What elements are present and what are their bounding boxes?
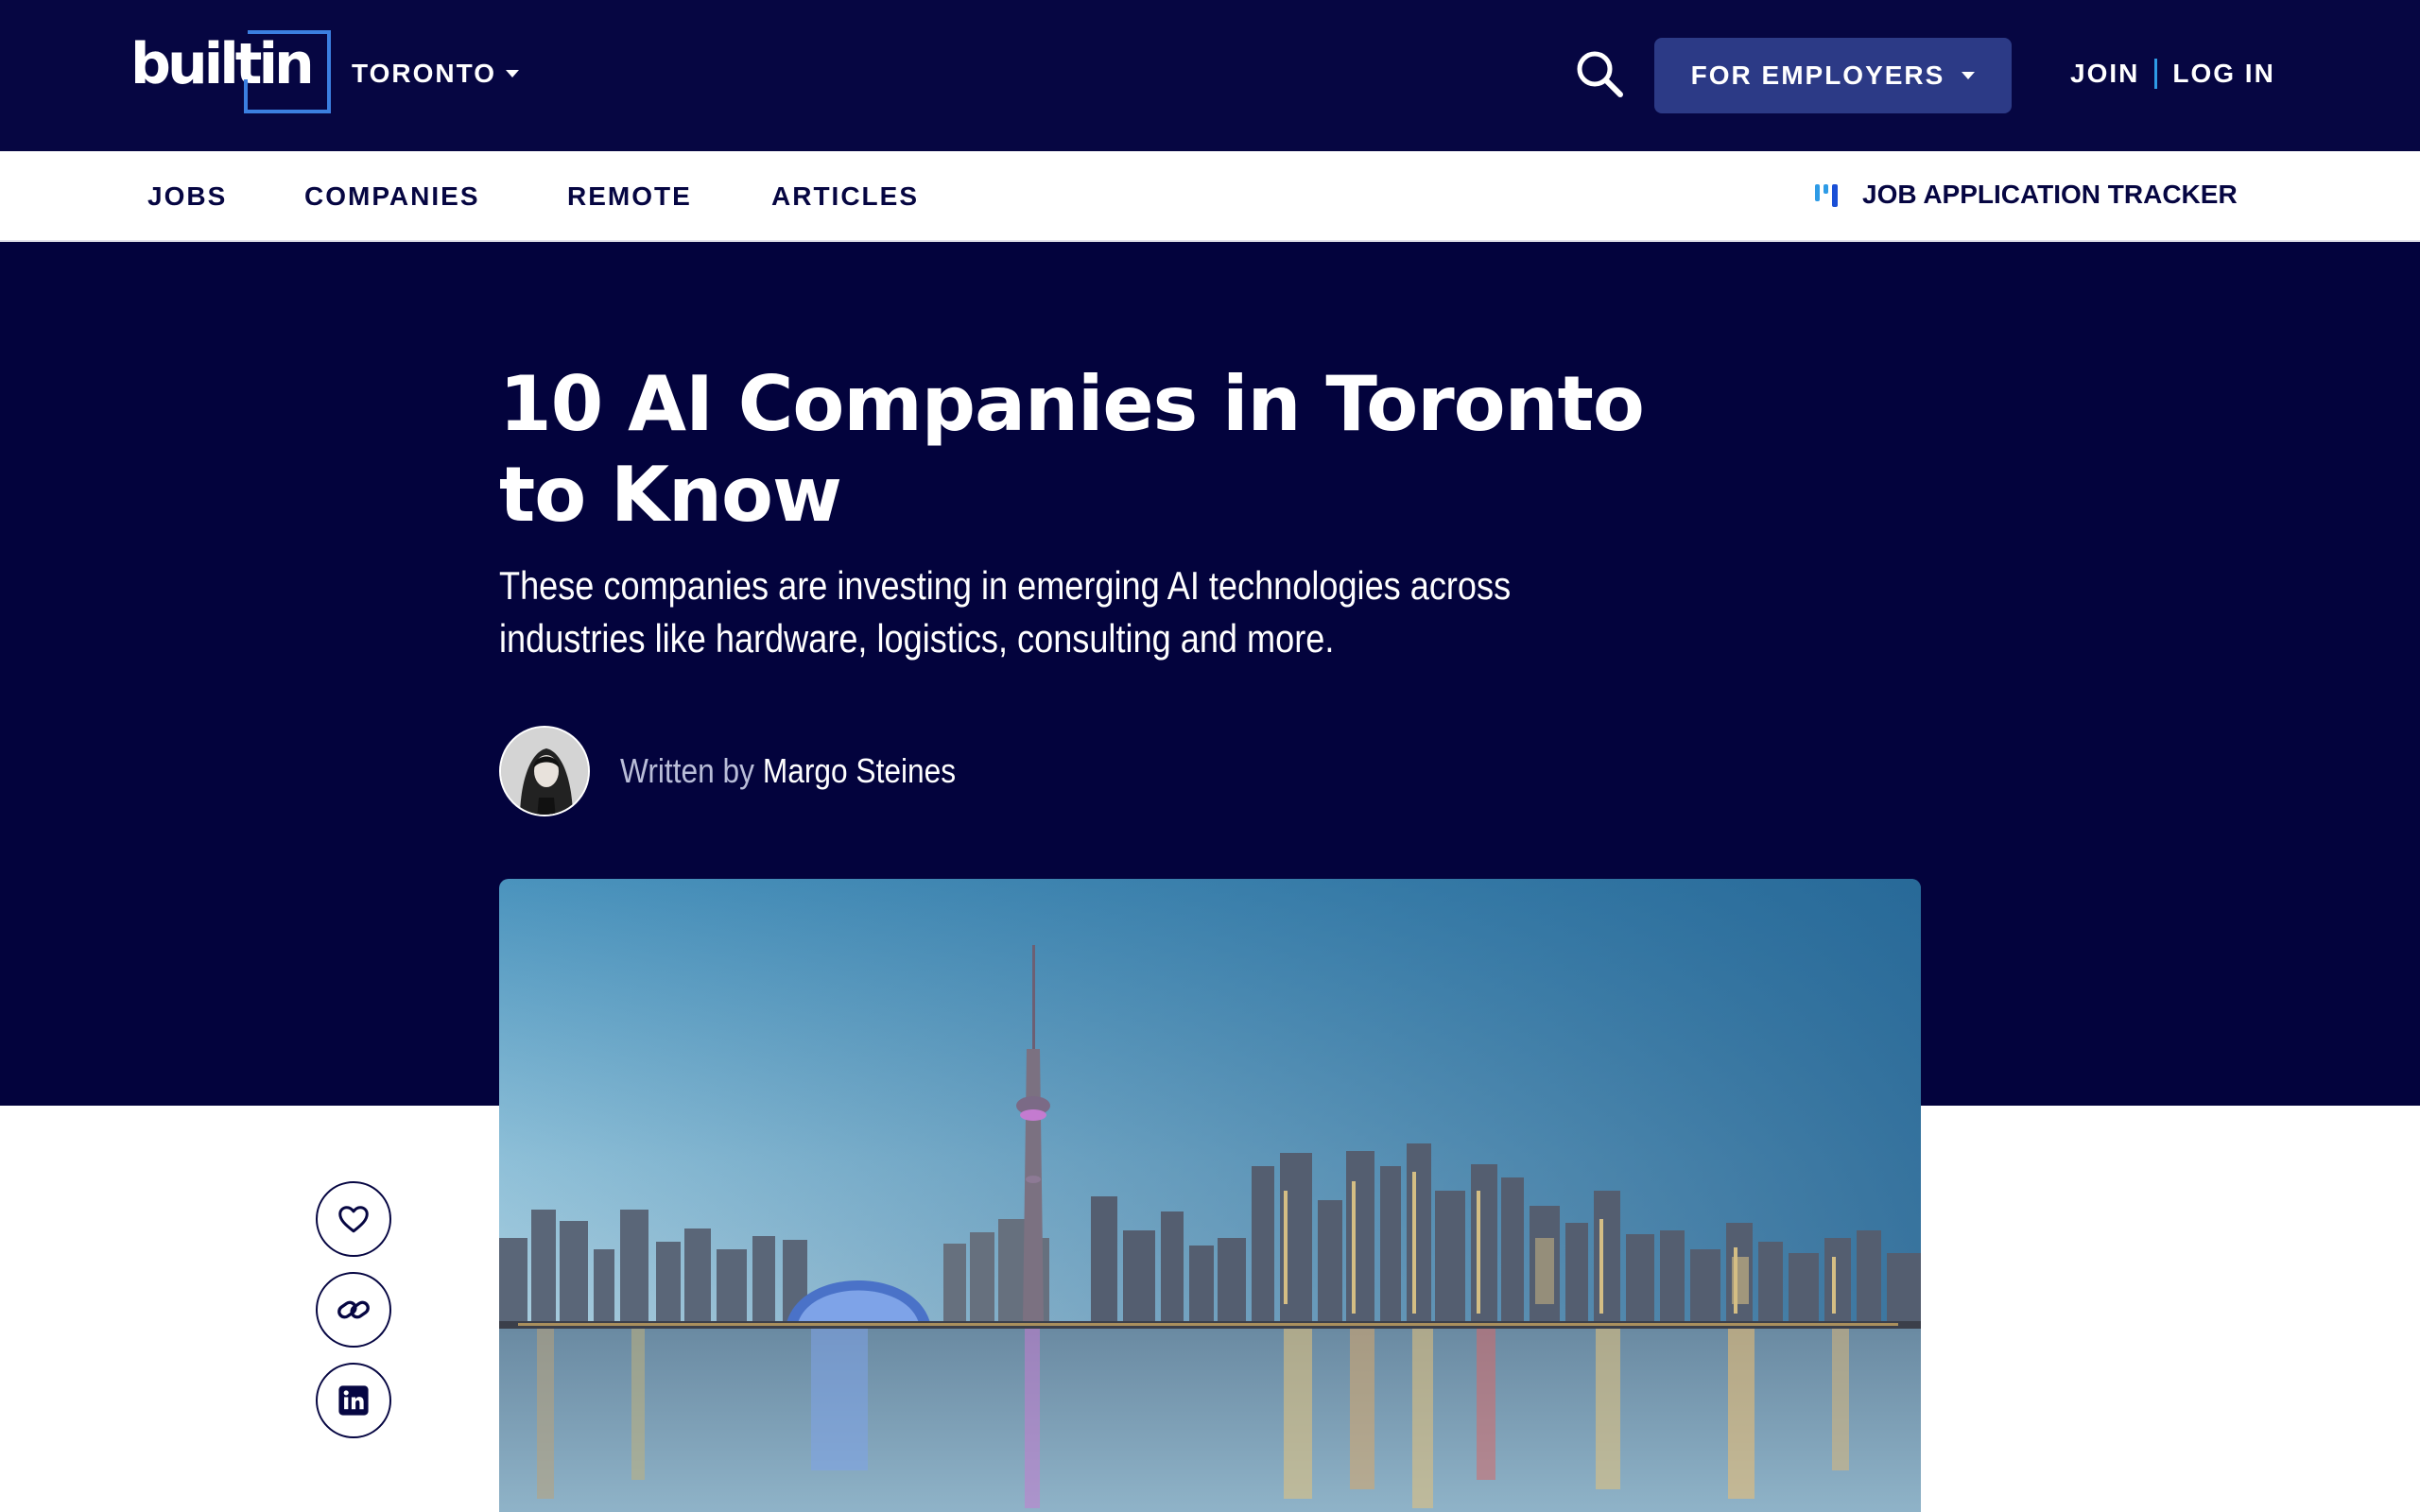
top-header: builtin TORONTO FOR EMPLOYERS JOIN LOG I… bbox=[0, 0, 2420, 151]
save-favorite-button[interactable] bbox=[316, 1181, 391, 1257]
search-icon bbox=[1577, 51, 1623, 97]
login-link[interactable]: LOG IN bbox=[2172, 59, 2274, 89]
city-label: TORONTO bbox=[352, 59, 496, 88]
nav-jobs[interactable]: JOBS bbox=[147, 181, 227, 212]
article-title: 10 AI Companies in Toronto to Know bbox=[499, 360, 1645, 539]
tracker-icon bbox=[1815, 184, 1838, 207]
author-byline: Written by Margo Steines bbox=[499, 726, 1002, 816]
author-photo bbox=[501, 728, 588, 815]
article-subtitle: These companies are investing in emergin… bbox=[499, 563, 1512, 661]
article-hero-image bbox=[499, 879, 1921, 1512]
auth-divider bbox=[2154, 59, 2158, 89]
tracker-label: JOB APPLICATION TRACKER bbox=[1862, 180, 2238, 209]
join-link[interactable]: JOIN bbox=[2070, 59, 2139, 89]
share-linkedin-button[interactable] bbox=[316, 1363, 391, 1438]
job-application-tracker-link[interactable]: JOB APPLICATION TRACKER bbox=[1813, 180, 2238, 210]
chevron-down-icon bbox=[1962, 72, 1976, 79]
toronto-skyline-illustration bbox=[499, 879, 1921, 1512]
link-icon bbox=[337, 1300, 370, 1319]
written-by-label: Written by bbox=[620, 751, 755, 790]
search-button[interactable] bbox=[1573, 47, 1626, 100]
linkedin-icon bbox=[338, 1385, 369, 1416]
nav-remote[interactable]: REMOTE bbox=[567, 181, 692, 212]
main-nav: JOBS COMPANIES REMOTE ARTICLES JOB APPLI… bbox=[0, 151, 2420, 242]
for-employers-label: FOR EMPLOYERS bbox=[1690, 60, 1945, 90]
author-name[interactable]: Margo Steines bbox=[763, 751, 956, 790]
auth-links: JOIN LOG IN bbox=[2070, 59, 2275, 89]
chevron-down-icon bbox=[505, 70, 519, 77]
byline-text: Written by Margo Steines bbox=[620, 751, 956, 791]
logo-frame bbox=[244, 30, 331, 113]
author-avatar[interactable] bbox=[499, 726, 590, 816]
city-dropdown[interactable]: TORONTO bbox=[352, 59, 519, 89]
copy-link-button[interactable] bbox=[316, 1272, 391, 1348]
nav-articles[interactable]: ARTICLES bbox=[771, 181, 919, 212]
builtin-logo[interactable]: builtin bbox=[130, 28, 337, 123]
heart-icon bbox=[338, 1206, 369, 1233]
for-employers-button[interactable]: FOR EMPLOYERS bbox=[1654, 38, 2012, 113]
nav-companies[interactable]: COMPANIES bbox=[304, 181, 480, 212]
